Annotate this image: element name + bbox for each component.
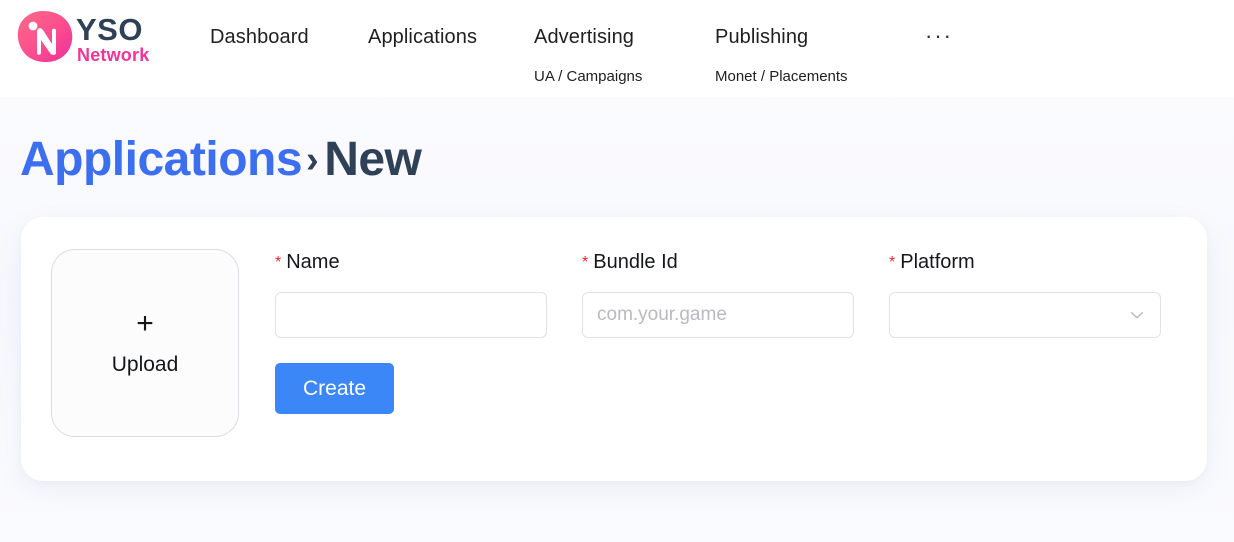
nav-item-dashboard[interactable]: Dashboard: [210, 24, 309, 50]
brand-logo[interactable]: YSO Network: [10, 8, 160, 66]
field-name: * Name: [275, 249, 547, 338]
nav-subitem-monet-placements[interactable]: Monet / Placements: [715, 67, 848, 87]
svg-text:YSO: YSO: [76, 12, 143, 47]
breadcrumb-current: New: [324, 133, 422, 186]
upload-dropzone[interactable]: + Upload: [51, 249, 239, 437]
nav-subitem-ua-campaigns[interactable]: UA / Campaigns: [534, 67, 642, 87]
platform-select-wrapper: [889, 292, 1161, 338]
field-name-label: * Name: [275, 249, 547, 277]
chevron-down-icon: [1130, 312, 1144, 319]
overflow-menu-icon[interactable]: ···: [925, 25, 953, 47]
form-fields-row: *Name *Bundle Id *Platform: [275, 249, 1181, 347]
field-platform-label: * Platform: [889, 249, 1161, 277]
field-bundle-id: * Bundle Id: [582, 249, 854, 338]
app-header: YSO Network Dashboard Applications Adver…: [0, 0, 1234, 97]
new-application-card: + Upload *Name *Bundle Id *P: [21, 217, 1207, 481]
field-platform-label-text: Platform: [900, 251, 975, 273]
nav-item-publishing[interactable]: Publishing: [715, 24, 808, 50]
nav-item-applications[interactable]: Applications: [368, 24, 477, 50]
plus-icon: +: [136, 307, 154, 340]
breadcrumb-parent[interactable]: Applications: [20, 133, 303, 186]
new-application-form: *Name *Bundle Id *Platform: [275, 249, 1181, 414]
field-bundle-id-label-text: Bundle Id: [593, 251, 678, 273]
field-platform: * Platform: [889, 249, 1161, 338]
required-marker: *: [889, 254, 896, 271]
breadcrumb: Applications › New: [20, 128, 422, 195]
chevron-right-icon: ›: [306, 139, 319, 181]
bundle-id-input[interactable]: [582, 292, 854, 338]
brand-logo-icon: YSO Network: [17, 11, 150, 65]
field-bundle-id-label: * Bundle Id: [582, 249, 854, 277]
upload-label: Upload: [111, 353, 179, 376]
platform-select[interactable]: [889, 292, 1161, 338]
required-marker: *: [582, 254, 589, 271]
field-name-label-text: Name: [286, 251, 340, 273]
svg-text:Network: Network: [77, 45, 150, 65]
create-button[interactable]: Create: [275, 363, 394, 414]
required-marker: *: [275, 254, 282, 271]
name-input[interactable]: [275, 292, 547, 338]
nav-item-advertising[interactable]: Advertising: [534, 24, 634, 50]
